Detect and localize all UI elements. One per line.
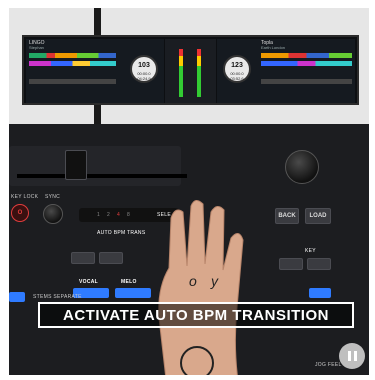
caption-text: ACTIVATE AUTO BPM TRANSITION [63,306,329,324]
deck-b-panel: Topla Earth London 123 00:00.0 03:52.6 [217,39,355,103]
fx-indicator-1: 1 [97,212,101,218]
tempo-fader-knob[interactable] [65,150,87,180]
deck-a-waveform-2 [29,61,116,66]
key-down-button[interactable] [279,258,303,270]
caption-banner: ACTIVATE AUTO BPM TRANSITION [38,302,354,328]
deck-a-jog-display: 103 00:00.0 04:24.9 [130,55,158,83]
key-up-button[interactable] [307,258,331,270]
level-meter-a [179,49,183,97]
deck-b-waveform [261,53,352,58]
fx-indicator-2: 2 [107,212,111,218]
video-frame: LINGO Stephan 103 00:00.0 04:24.9 Topla … [9,8,369,375]
svg-text:o: o [189,273,197,289]
deck-a-panel: LINGO Stephan 103 00:00.0 04:24.9 [26,39,164,103]
deck-a-waveform [29,53,116,58]
stems-separate-label: STEMS SEPARATE [33,294,82,300]
crossfader-slot [17,174,187,178]
deck-b-jog-display: 123 00:00.0 03:52.6 [223,55,251,83]
laptop-screen: LINGO Stephan 103 00:00.0 04:24.9 Topla … [22,35,359,105]
pause-button[interactable] [339,343,365,369]
deck-b-artist: Earth London [261,45,286,50]
deck-b-bpm: 123 [231,62,243,69]
key-lock-button[interactable]: O [11,204,29,222]
fx-indicator-4: 4 [117,212,121,218]
deck-b-time-remaining: 03:52.6 [230,76,244,81]
level-meter-b [197,49,201,97]
browse-knob[interactable] [285,150,319,184]
deck-a-bpm: 103 [138,62,150,69]
key-label: KEY [305,248,316,254]
vocal-label: VOCAL [79,279,98,285]
mixer-strip [165,39,216,103]
right-pad[interactable] [309,288,331,298]
hand-image: o y [158,200,244,375]
pad-mode-right[interactable] [99,252,123,264]
deck-b-overview [261,79,352,84]
tempo-fader-panel [9,146,187,186]
jog-feel-label: JOG FEEL [315,362,342,368]
pause-icon-bar [353,351,357,361]
sync-button[interactable] [43,204,63,224]
deck-b-waveform-2 [261,61,352,66]
svg-text:y: y [210,273,219,289]
sync-label: SYNC [45,194,61,200]
left-pad[interactable] [9,292,25,302]
pause-icon [347,351,351,361]
deck-a-time-remaining: 04:24.9 [137,76,151,81]
pad-mode-left[interactable] [71,252,95,264]
deck-a-overview [29,79,116,84]
key-lock-label: KEY LOCK [11,194,39,200]
deck-a-artist: Stephan [29,45,44,50]
load-button[interactable]: LOAD [305,208,331,224]
